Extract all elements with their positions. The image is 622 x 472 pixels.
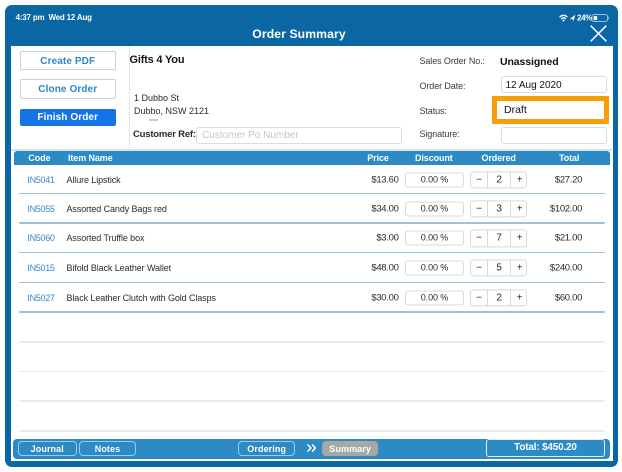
svg-text:24%: 24% — [577, 14, 592, 23]
